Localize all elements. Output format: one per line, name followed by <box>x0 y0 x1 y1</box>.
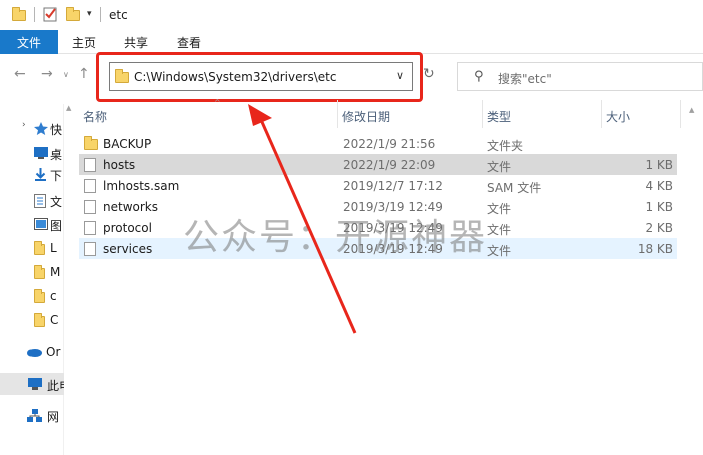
annotation-arrow <box>248 104 357 334</box>
